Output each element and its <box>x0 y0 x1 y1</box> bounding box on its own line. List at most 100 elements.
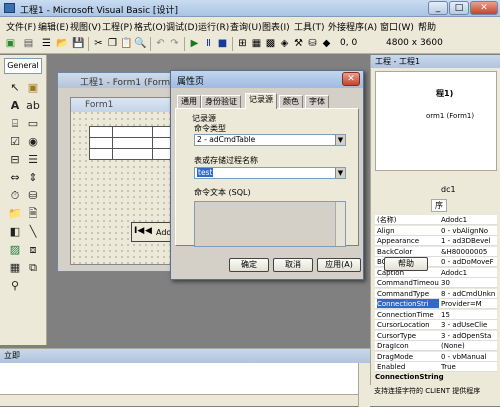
combobox-icon[interactable]: ⊟ <box>8 153 22 167</box>
apply-button[interactable]: 应用(A) <box>317 258 361 272</box>
ok-button[interactable]: 确定 <box>229 258 269 272</box>
property-value[interactable]: True <box>441 362 497 371</box>
image-icon[interactable]: ▨ <box>8 243 22 257</box>
drivelistbox-icon[interactable]: ⛁ <box>26 189 40 203</box>
project-tree-root[interactable]: 程1) <box>436 88 453 99</box>
menu-debug[interactable]: 调试(D) <box>166 20 198 33</box>
property-value[interactable]: 3 - adOpenSta <box>441 331 497 340</box>
property-row[interactable]: ConnectionTime 15 <box>375 309 497 320</box>
ole-icon[interactable]: ▦ <box>8 261 22 275</box>
menu-window[interactable]: 窗口(W) <box>380 20 414 33</box>
property-row[interactable]: DragMode 0 - vbManual <box>375 351 497 362</box>
form-layout-icon[interactable]: ▩ <box>264 37 277 50</box>
line-icon[interactable]: ╲ <box>26 225 40 239</box>
paste-icon[interactable]: 📋 <box>120 37 133 50</box>
redo-icon[interactable]: ↷ <box>168 37 181 50</box>
properties-icon[interactable]: ▦ <box>250 37 263 50</box>
property-value[interactable]: 0 - vbManual <box>441 352 497 361</box>
property-row[interactable]: Enabled True <box>375 362 497 372</box>
property-row[interactable]: BackColor &H80000005 <box>375 246 497 257</box>
pointer-icon[interactable]: ↖ <box>8 81 22 95</box>
data-view-icon[interactable]: ⛁ <box>306 37 319 50</box>
minimize-button[interactable]: _ <box>428 1 448 15</box>
toolbox-tab-general[interactable]: General <box>4 58 42 74</box>
property-row[interactable]: Align 0 - vbAlignNo <box>375 225 497 236</box>
listbox-icon[interactable]: ☰ <box>26 153 40 167</box>
add-project-icon[interactable]: ▣ <box>4 37 17 50</box>
open-icon[interactable]: 📂 <box>56 37 69 50</box>
property-row[interactable]: CursorType 3 - adOpenSta <box>375 330 497 341</box>
save-icon[interactable]: 💾 <box>72 37 85 50</box>
tab-recordsource[interactable]: 记录源 <box>245 93 277 109</box>
project-explorer-icon[interactable]: ⊞ <box>236 37 249 50</box>
property-row[interactable]: CommandTimeout 30 <box>375 278 497 288</box>
tab-general[interactable]: 通用 <box>177 95 201 108</box>
property-row[interactable]: (名称) Adodc1 <box>375 215 497 225</box>
help-button[interactable]: 帮助 <box>384 257 428 271</box>
menu-query[interactable]: 查询(U) <box>230 20 262 33</box>
component-manager-icon[interactable]: ◆ <box>320 37 333 50</box>
property-value[interactable]: 0 - vbAlignNo <box>441 226 497 235</box>
commandbutton-icon[interactable]: ▭ <box>26 117 40 131</box>
property-value[interactable]: Adodc1 <box>441 215 497 224</box>
maximize-button[interactable]: □ <box>449 1 469 15</box>
menu-file[interactable]: 文件(F) <box>6 20 36 33</box>
menu-help[interactable]: 帮助 <box>418 20 436 33</box>
property-row[interactable]: CommandType 8 - adCmdUnkn <box>375 288 497 299</box>
undo-icon[interactable]: ↶ <box>154 37 167 50</box>
tab-color[interactable]: 颜色 <box>279 95 303 108</box>
timer-icon[interactable]: ⏱ <box>8 189 22 203</box>
table-name-combo[interactable]: test ▼ <box>194 167 346 179</box>
checkbox-icon[interactable]: ☑ <box>8 135 22 149</box>
menu-run[interactable]: 运行(R) <box>198 20 229 33</box>
frame-icon[interactable]: ⌸ <box>8 117 22 131</box>
immediate-hscrollbar[interactable] <box>0 394 358 406</box>
menu-edit[interactable]: 编辑(E) <box>38 20 69 33</box>
immediate-vscrollbar[interactable] <box>358 363 370 407</box>
property-value[interactable]: (None) <box>441 341 497 350</box>
property-row[interactable]: CursorLocation 3 - adUseClie <box>375 320 497 330</box>
close-button[interactable]: ✕ <box>470 1 498 15</box>
property-value[interactable]: 15 <box>441 310 497 319</box>
menu-format[interactable]: 格式(O) <box>134 20 166 33</box>
cancel-button[interactable]: 取消 <box>273 258 313 272</box>
optionbutton-icon[interactable]: ◉ <box>26 135 40 149</box>
shape-icon[interactable]: ◧ <box>8 225 22 239</box>
property-value[interactable]: 1 - ad3DBevel <box>441 236 497 245</box>
menu-diagram[interactable]: 图表(I) <box>262 20 290 33</box>
data-control-icon[interactable]: ⧈ <box>26 243 40 257</box>
property-value[interactable]: &H80000005 <box>441 247 497 256</box>
menu-tools[interactable]: 工具(T) <box>294 20 325 33</box>
dialog-close-button[interactable]: ✕ <box>342 72 360 86</box>
immediate-window[interactable]: 立即 <box>0 348 370 407</box>
cut-icon[interactable]: ✂ <box>92 37 105 50</box>
label-icon[interactable]: A <box>8 99 22 113</box>
textbox-icon[interactable]: ab <box>26 99 40 113</box>
filelistbox-icon[interactable]: 🗎 <box>26 207 40 221</box>
datagrid-icon[interactable]: ⚲ <box>8 279 22 293</box>
command-type-combo[interactable]: 2 - adCmdTable ▼ <box>194 134 346 146</box>
dirlistbox-icon[interactable]: 📁 <box>8 207 22 221</box>
tab-authentication[interactable]: 身份验证 <box>201 95 241 108</box>
menu-project[interactable]: 工程(P) <box>102 20 132 33</box>
property-value[interactable]: 0 - adDoMoveF <box>441 257 497 266</box>
stop-icon[interactable]: ■ <box>216 37 229 50</box>
property-value[interactable]: 30 <box>441 278 497 287</box>
menu-editor-icon[interactable]: ☰ <box>40 37 53 50</box>
find-icon[interactable]: 🔍 <box>134 37 147 50</box>
sql-text-box[interactable] <box>194 201 346 247</box>
chevron-down-icon[interactable]: ▼ <box>335 168 345 178</box>
property-value[interactable]: 3 - adUseClie <box>441 320 497 329</box>
hscrollbar-icon[interactable]: ⇔ <box>8 171 22 185</box>
copy-icon[interactable]: ❐ <box>106 37 119 50</box>
sql-scrollbar[interactable] <box>335 202 345 246</box>
chevron-down-icon[interactable]: ▼ <box>335 135 345 145</box>
property-value[interactable]: 8 - adCmdUnkn <box>441 289 497 298</box>
toolbox-icon[interactable]: ⚒ <box>292 37 305 50</box>
property-value[interactable]: Provider=M <box>441 299 497 308</box>
tab-font[interactable]: 字体 <box>305 95 329 108</box>
object-browser-icon[interactable]: ◈ <box>278 37 291 50</box>
properties-tab-categorized[interactable]: 序 <box>431 199 447 212</box>
property-value[interactable]: Adodc1 <box>441 268 497 277</box>
pause-icon[interactable]: Ⅱ <box>202 37 215 50</box>
